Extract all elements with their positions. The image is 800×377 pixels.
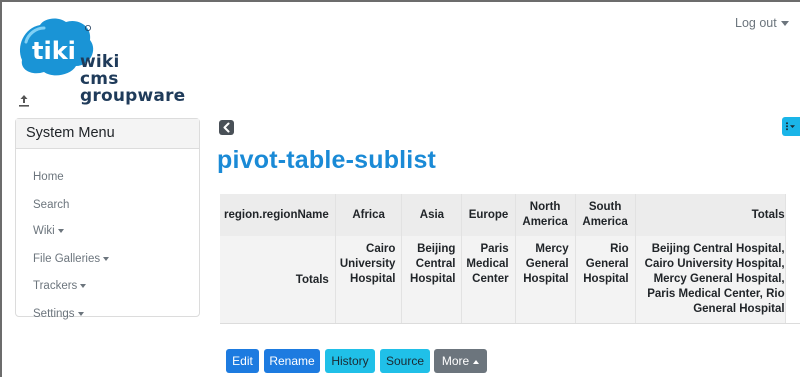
chevron-up-icon (473, 359, 480, 364)
page-title: pivot-table-sublist (217, 146, 437, 174)
upload-icon[interactable] (18, 94, 30, 108)
sidebar-item-label: Search (33, 199, 70, 211)
cell-totals: Beijing Central Hospital, Cairo Universit… (635, 236, 786, 324)
header-text: America (522, 216, 568, 228)
logout-label: Log out (735, 16, 777, 30)
logo-wordmark: wiki cms groupware (80, 54, 185, 105)
site-logo[interactable]: tiki wiki cms groupware (14, 14, 204, 114)
chevron-down-icon (80, 283, 87, 288)
chevron-down-icon (77, 311, 84, 316)
more-button[interactable]: More (434, 349, 487, 373)
sidebar-item-file-galleries[interactable]: File Galleries (33, 253, 110, 265)
row-header-totals: Totals (220, 236, 336, 324)
header-text: America (582, 216, 628, 228)
cell-asia: Beijing Central Hospital (401, 236, 463, 324)
cell-south-america: Rio General Hospital (575, 236, 636, 324)
chevron-down-icon (103, 256, 110, 261)
history-button[interactable]: History (325, 349, 375, 373)
window-frame-top (0, 0, 800, 2)
sidebar-item-home[interactable]: Home (33, 171, 64, 183)
source-button[interactable]: Source (380, 349, 430, 373)
table-bottom-border (220, 323, 800, 324)
cell-africa: Cairo University Hospital (335, 236, 403, 324)
system-menu: System Menu Home Search Wiki File Galler… (15, 118, 200, 320)
column-header-africa[interactable]: Africa (335, 194, 403, 236)
cell-europe: Paris Medical Center (461, 236, 516, 324)
table-row: Totals Cairo University Hospital Beijing Ce… (220, 236, 786, 324)
system-menu-title: System Menu (16, 119, 199, 149)
edit-button[interactable]: Edit (226, 349, 259, 373)
pivot-header-row: region.regionName Africa Asia Europe Nor… (220, 194, 786, 236)
column-header-europe[interactable]: Europe (461, 194, 516, 236)
chevron-down-icon (57, 228, 64, 233)
column-header-asia[interactable]: Asia (401, 194, 463, 236)
sidebar-item-trackers[interactable]: Trackers (33, 280, 87, 292)
rename-button[interactable]: Rename (264, 349, 320, 373)
kebab-dropdown-icon (786, 122, 795, 131)
sidebar-item-wiki[interactable]: Wiki (33, 225, 64, 237)
logo-word-groupware: groupware (80, 86, 186, 106)
chevron-down-icon (780, 21, 789, 27)
pivot-table: region.regionName Africa Asia Europe Nor… (220, 194, 786, 324)
sidebar-item-label: Home (33, 171, 64, 183)
column-header-north-america[interactable]: North America (515, 194, 576, 236)
chevron-left-icon (223, 122, 230, 133)
column-header-south-america[interactable]: South America (575, 194, 636, 236)
sidebar-item-settings[interactable]: Settings (33, 308, 84, 320)
back-button[interactable] (219, 120, 234, 135)
more-button-label: More (441, 354, 470, 368)
window-frame-left (0, 0, 2, 377)
sidebar-item-label: Trackers (33, 280, 78, 292)
sidebar-item-label: Wiki (33, 225, 55, 237)
logout-dropdown[interactable]: Log out (735, 16, 789, 30)
header-text: North (529, 201, 561, 213)
logo-brand-text: tiki (32, 37, 76, 65)
sidebar-item-label: File Galleries (33, 253, 101, 265)
sidebar-item-label: Settings (33, 308, 75, 320)
column-header-region[interactable]: region.regionName (220, 194, 336, 236)
cell-north-america: Mercy General Hospital (515, 236, 576, 324)
header-text: South (588, 201, 622, 213)
sidebar-item-search[interactable]: Search (33, 199, 69, 211)
column-header-totals[interactable]: Totals (635, 194, 786, 236)
page-actions-button[interactable] (782, 117, 800, 136)
